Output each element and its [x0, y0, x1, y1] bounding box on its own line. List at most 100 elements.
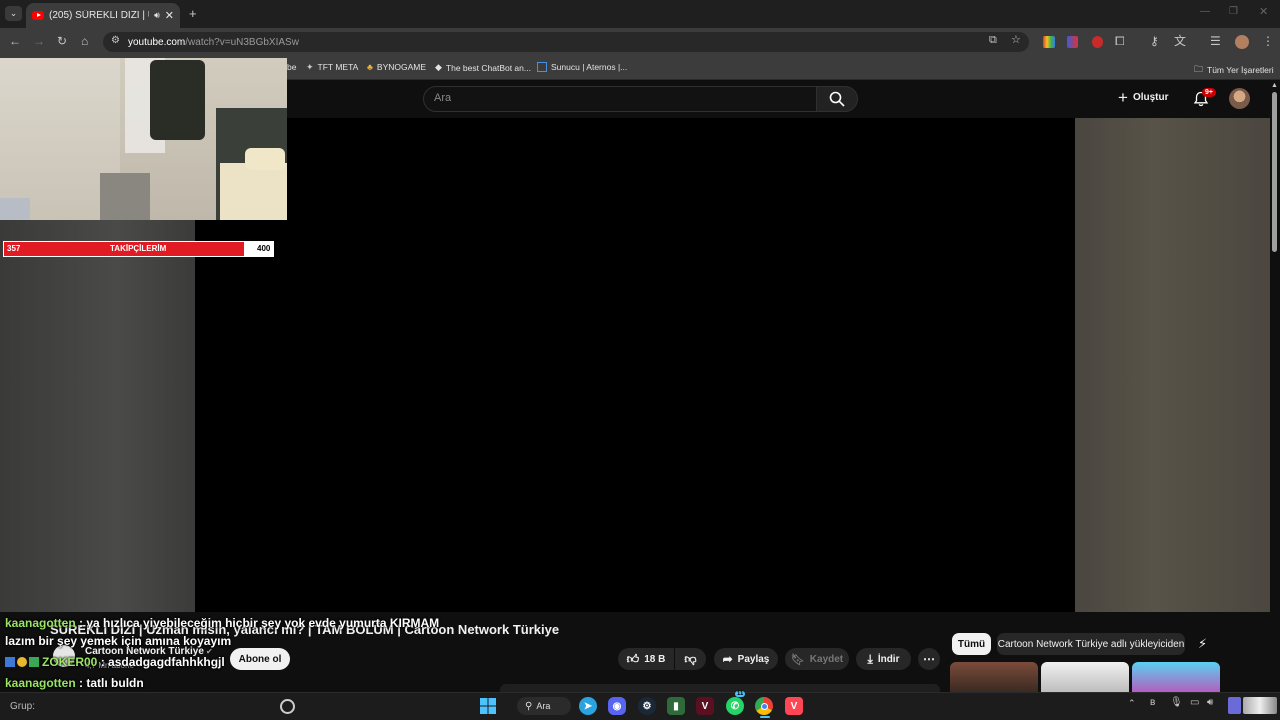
- url-path: /watch?v=uN3BGbXIASw: [185, 36, 299, 48]
- follower-goal: 400: [257, 244, 271, 253]
- chat-message: kaanagotten : tatlı buldn: [5, 676, 144, 690]
- app-red-icon[interactable]: V: [696, 697, 714, 715]
- chatbot-icon: ◆: [435, 62, 442, 72]
- recommended-thumbnail[interactable]: [950, 662, 1038, 692]
- chat-message: ZOKER00 : asdadgagdfahhkhgjl: [5, 655, 225, 669]
- webcam-overlay: [0, 58, 287, 220]
- tray-mic-icon[interactable]: 🎙︎: [1170, 698, 1183, 708]
- save-button[interactable]: 🔖︎ Kaydet: [785, 648, 849, 670]
- app-green-icon[interactable]: ▮: [667, 697, 685, 715]
- chip-all[interactable]: Tümü: [952, 633, 991, 655]
- telegram-icon[interactable]: ➤: [579, 697, 597, 715]
- dislike-button[interactable]: 👎︎: [675, 648, 706, 670]
- bookmark-star-icon[interactable]: ☆: [1011, 35, 1021, 46]
- aternos-icon: [537, 62, 547, 72]
- folder-icon: 🗀︎: [1194, 64, 1204, 74]
- video-player[interactable]: [195, 118, 1075, 612]
- recommended-thumbnail[interactable]: [1132, 662, 1220, 692]
- forward-icon[interactable]: →: [33, 35, 45, 47]
- bookmark-item[interactable]: ◆ The best ChatBot an...: [435, 62, 531, 73]
- speaker-icon[interactable]: 🔊︎: [154, 10, 160, 21]
- bookmark-item[interactable]: ✦ TFT META: [306, 62, 358, 72]
- tray-app-icon[interactable]: [1243, 697, 1277, 714]
- back-icon[interactable]: ←: [9, 35, 21, 47]
- account-avatar[interactable]: [1229, 88, 1250, 109]
- reload-icon[interactable]: ↻: [57, 35, 67, 47]
- tray-volume-icon[interactable]: 🔊︎: [1207, 698, 1213, 708]
- tray-overflow-icon[interactable]: ⌃: [1128, 699, 1136, 708]
- create-button[interactable]: + Oluştur: [1118, 89, 1169, 106]
- follower-goal-bar: 357 TAKİPÇİLERİM 400: [3, 241, 274, 257]
- bookmark-icon: 🔖︎: [790, 653, 805, 666]
- youtube-favicon-icon: [32, 11, 44, 20]
- thumbs-up-icon: 👍︎: [626, 651, 640, 666]
- more-actions-button[interactable]: ⋯: [918, 648, 940, 670]
- search-placeholder: Ara: [434, 92, 452, 104]
- chat-message: lazım bir şey yemek için amına koyayım: [5, 634, 232, 648]
- tray-app-icon[interactable]: [1228, 697, 1241, 714]
- profile-avatar[interactable]: [1235, 35, 1249, 49]
- valorant-icon[interactable]: V: [785, 697, 803, 715]
- window-close-icon[interactable]: ✕: [1259, 7, 1268, 18]
- obs-icon[interactable]: [280, 699, 295, 714]
- chrome-icon[interactable]: [755, 697, 773, 715]
- tab-search-button[interactable]: ⌄: [5, 6, 22, 21]
- chat-badge-icon: [5, 657, 15, 667]
- address-bar[interactable]: ⚙ youtube.com /watch?v=uN3BGbXIASw ⧉ ☆: [103, 32, 1029, 52]
- active-tab[interactable]: (205) SÜREKLİ DİZİ | Uzman 🔊︎ ✕: [26, 3, 180, 28]
- windows-start-icon[interactable]: [479, 697, 497, 715]
- bynogame-icon: ♣: [367, 62, 373, 72]
- discord-icon[interactable]: ◉: [608, 697, 626, 715]
- tft-icon: ✦: [306, 61, 314, 72]
- all-bookmarks-folder[interactable]: 🗀︎ Tüm Yer İşaretleri: [1194, 62, 1274, 78]
- chat-badge-icon: [29, 657, 39, 667]
- more-horiz-icon: ⋯: [923, 652, 935, 666]
- subscribe-button[interactable]: Abone ol: [230, 648, 290, 670]
- browser-menu-icon[interactable]: ⋮: [1262, 35, 1274, 47]
- chip-uploader[interactable]: Cartoon Network Türkiye adlı yükleyicide…: [997, 633, 1185, 655]
- install-icon[interactable]: ⧉: [989, 35, 997, 46]
- tray-bluetooth-icon[interactable]: ʙ: [1150, 698, 1155, 708]
- minimize-icon[interactable]: —: [1200, 7, 1210, 17]
- scrollbar-thumb[interactable]: [1272, 92, 1277, 252]
- share-button[interactable]: ➦ Paylaş: [714, 648, 778, 670]
- tab-close-icon[interactable]: ✕: [165, 9, 174, 22]
- translate-icon[interactable]: 文: [1174, 35, 1186, 47]
- home-icon[interactable]: ⌂: [81, 35, 88, 47]
- search-button[interactable]: [816, 86, 858, 112]
- notifications-button[interactable]: 9+: [1193, 88, 1216, 112]
- follower-label: TAKİPÇİLERİM: [110, 244, 167, 253]
- site-info-icon[interactable]: ⚙: [111, 36, 120, 46]
- chips-next-icon[interactable]: ⚡︎: [1198, 636, 1207, 652]
- reading-list-icon[interactable]: ☰: [1210, 35, 1221, 47]
- whatsapp-badge: 11: [735, 691, 746, 697]
- new-tab-icon[interactable]: +: [189, 7, 197, 20]
- like-button[interactable]: 👍︎ 18 B: [618, 648, 674, 670]
- taskbar-search[interactable]: ⚲ Ara: [517, 697, 571, 715]
- follower-current: 357: [7, 244, 21, 253]
- maximize-icon[interactable]: ❐: [1229, 7, 1238, 17]
- scroll-up-icon[interactable]: ▲: [1271, 82, 1278, 89]
- download-button[interactable]: ⤓ İndir: [856, 648, 911, 670]
- download-icon: ⤓: [867, 651, 873, 666]
- whatsapp-icon[interactable]: ✆ 11: [726, 691, 746, 715]
- search-icon: [829, 91, 845, 107]
- extensions-puzzle-icon[interactable]: ⧠: [1115, 35, 1125, 47]
- password-key-icon[interactable]: ⚷: [1150, 35, 1159, 47]
- bookmark-item[interactable]: be: [287, 62, 296, 72]
- thumbs-down-icon: 👎︎: [684, 651, 697, 666]
- extension-red-icon[interactable]: [1092, 36, 1103, 48]
- ambient-right: [1075, 118, 1270, 613]
- steam-icon[interactable]: ⚙: [638, 697, 656, 715]
- recommended-thumbnail[interactable]: [1041, 662, 1129, 692]
- extension-color-icon[interactable]: [1043, 36, 1055, 48]
- bookmark-item[interactable]: Sunucu | Aternos |...: [537, 62, 627, 72]
- bookmark-item[interactable]: ♣ BYNOGAME: [367, 62, 426, 72]
- extension-shield-icon[interactable]: [1067, 36, 1078, 48]
- url-host: youtube.com: [128, 36, 186, 48]
- search-input[interactable]: Ara: [423, 86, 817, 112]
- tray-display-icon[interactable]: ▭: [1190, 698, 1199, 708]
- comment-box-hint: [500, 684, 940, 692]
- search-icon: ⚲: [525, 700, 533, 712]
- share-arrow-icon: ➦: [722, 652, 733, 666]
